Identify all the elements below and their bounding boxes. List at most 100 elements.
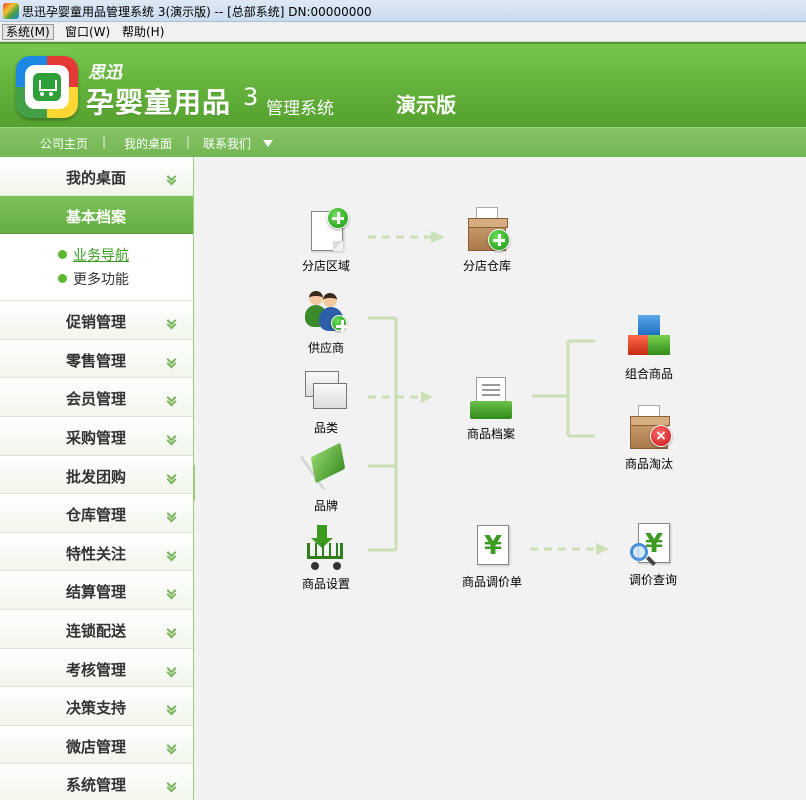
sidebar-item-micro-store[interactable]: 微店管理 [0, 725, 193, 765]
chevron-down-icon [167, 512, 177, 522]
magnifier-icon [630, 543, 648, 561]
cart-icon [303, 525, 349, 571]
sidebar-item-label: 我的桌面 [66, 169, 127, 187]
sidebar-item-label: 采购管理 [66, 428, 127, 447]
nav-separator: | [186, 135, 191, 149]
node-label: 品牌 [313, 499, 338, 513]
sidebar-item-label: 基本档案 [66, 207, 127, 226]
node-supplier[interactable]: 供应商 [286, 289, 366, 356]
node-label: 商品调价单 [461, 575, 522, 589]
sidebar-item-label: 连锁配送 [66, 621, 127, 640]
sidebar-item-warehouse[interactable]: 仓库管理 [0, 494, 193, 533]
brand-product-name: 孕婴童用品 [86, 86, 232, 119]
sidebar-item-label: 特性关注 [66, 544, 127, 563]
bullet-icon [58, 250, 67, 260]
app-header: 思迅 孕婴童用品 3 管理系统 演示版 [0, 42, 806, 127]
submenu-business-navigation[interactable]: 业务导航 [58, 245, 129, 265]
arrowhead [421, 391, 433, 403]
sidebar-item-purchase[interactable]: 采购管理 [0, 416, 193, 456]
node-product-archive[interactable]: 商品档案 [451, 375, 531, 442]
sidebar-item-retail[interactable]: 零售管理 [0, 339, 193, 379]
node-label: 商品档案 [466, 427, 515, 441]
nav-company-home[interactable]: 公司主页 [40, 135, 88, 152]
supplier-icon [303, 289, 349, 335]
arrowhead [431, 231, 445, 243]
chevron-down-icon [167, 474, 177, 484]
sidebar-item-my-desktop[interactable]: 我的桌面 [0, 157, 193, 196]
add-icon [488, 229, 510, 251]
chevron-down-icon [167, 358, 177, 368]
dropdown-triangle-icon[interactable] [263, 140, 273, 147]
flag-icon [299, 442, 349, 493]
node-category[interactable]: 品类 [286, 369, 366, 436]
node-price-adjust[interactable]: ¥ 商品调价单 [452, 523, 532, 590]
remove-icon: × [650, 425, 672, 447]
node-brand[interactable]: 品牌 [286, 442, 366, 514]
nav-my-desktop[interactable]: 我的桌面 [124, 135, 172, 152]
chevron-down-icon [167, 551, 177, 561]
sidebar-item-label: 系统管理 [66, 776, 127, 795]
menu-window[interactable]: 窗口(W) [62, 24, 113, 40]
chevron-down-icon [167, 628, 177, 638]
chevron-down-icon [167, 667, 177, 677]
node-branch-area[interactable]: 分店区域 [286, 207, 366, 274]
sidebar-item-assessment[interactable]: 考核管理 [0, 648, 193, 688]
app-icon [3, 3, 19, 19]
node-product-retire[interactable]: × 商品淘汰 [609, 405, 689, 472]
brand-subtitle: 管理系统 [266, 99, 334, 119]
sidebar-item-label: 促销管理 [66, 313, 127, 332]
bullet-icon [58, 274, 67, 284]
brand-edition: 演示版 [396, 93, 456, 117]
menu-help[interactable]: 帮助(H) [119, 24, 167, 40]
add-icon [327, 207, 349, 229]
sidebar-item-label: 考核管理 [66, 660, 127, 679]
nav-separator: | [102, 135, 107, 149]
menu-bar: 系统(M) 窗口(W) 帮助(H) [0, 22, 806, 42]
sidebar-item-decision[interactable]: 决策支持 [0, 687, 193, 726]
top-nav: 公司主页 | 我的桌面 | 联系我们 [0, 127, 806, 157]
sidebar-item-distribution[interactable]: 连锁配送 [0, 609, 193, 649]
shopping-cart-icon [33, 73, 61, 101]
chevron-down-icon [167, 175, 177, 185]
chevron-down-icon [167, 396, 177, 406]
sidebar-item-label: 会员管理 [66, 390, 127, 409]
sidebar-item-settlement[interactable]: 结算管理 [0, 571, 193, 610]
sidebar-item-member[interactable]: 会员管理 [0, 378, 193, 417]
node-label: 品类 [313, 421, 338, 435]
node-product-settings[interactable]: 商品设置 [286, 525, 366, 592]
submenu-more-functions[interactable]: 更多功能 [58, 269, 129, 289]
product-logo [16, 56, 78, 118]
brand-company: 思迅 [88, 63, 122, 83]
business-navigation-canvas: 分店区域 分店仓库 供应商 品类 品牌 商品设置 商品档案 组合商品 × 商品淘… [195, 157, 806, 800]
sidebar-item-basic-archive[interactable]: 基本档案 [0, 195, 193, 235]
node-price-query[interactable]: ¥ 调价查询 [613, 521, 693, 588]
node-combo-product[interactable]: 组合商品 [609, 315, 689, 382]
sidebar-submenu: 业务导航 更多功能 [0, 234, 193, 302]
chevron-down-icon [167, 782, 177, 792]
sidebar-item-label: 零售管理 [66, 351, 127, 370]
menu-system[interactable]: 系统(M) [2, 24, 54, 40]
archive-tray-icon [468, 375, 514, 421]
nav-contact-us[interactable]: 联系我们 [203, 135, 251, 152]
node-label: 分店区域 [301, 259, 350, 273]
node-label: 调价查询 [628, 573, 677, 587]
cubes-icon [626, 315, 672, 361]
node-label: 分店仓库 [462, 259, 511, 273]
sidebar-item-attention[interactable]: 特性关注 [0, 532, 193, 572]
sidebar-item-label: 结算管理 [66, 583, 127, 602]
sidebar: 我的桌面 基本档案 业务导航 更多功能 促销管理 零售管理 会员管理 采购管理 … [0, 157, 194, 800]
sidebar-item-label: 决策支持 [66, 699, 127, 718]
yen-document-icon: ¥ [477, 525, 509, 565]
sidebar-item-wholesale[interactable]: 批发团购 [0, 455, 193, 495]
sidebar-item-system[interactable]: 系统管理 [0, 764, 193, 800]
arrowhead [596, 543, 609, 555]
node-label: 商品设置 [301, 577, 350, 591]
sidebar-item-label: 微店管理 [66, 737, 127, 756]
node-branch-warehouse[interactable]: 分店仓库 [447, 207, 527, 274]
chevron-down-icon [167, 435, 177, 445]
node-label: 商品淘汰 [624, 457, 673, 471]
node-label: 组合商品 [624, 367, 673, 381]
sidebar-item-promotion[interactable]: 促销管理 [0, 301, 193, 340]
brand-version: 3 [243, 83, 259, 111]
chevron-down-icon [167, 744, 177, 754]
